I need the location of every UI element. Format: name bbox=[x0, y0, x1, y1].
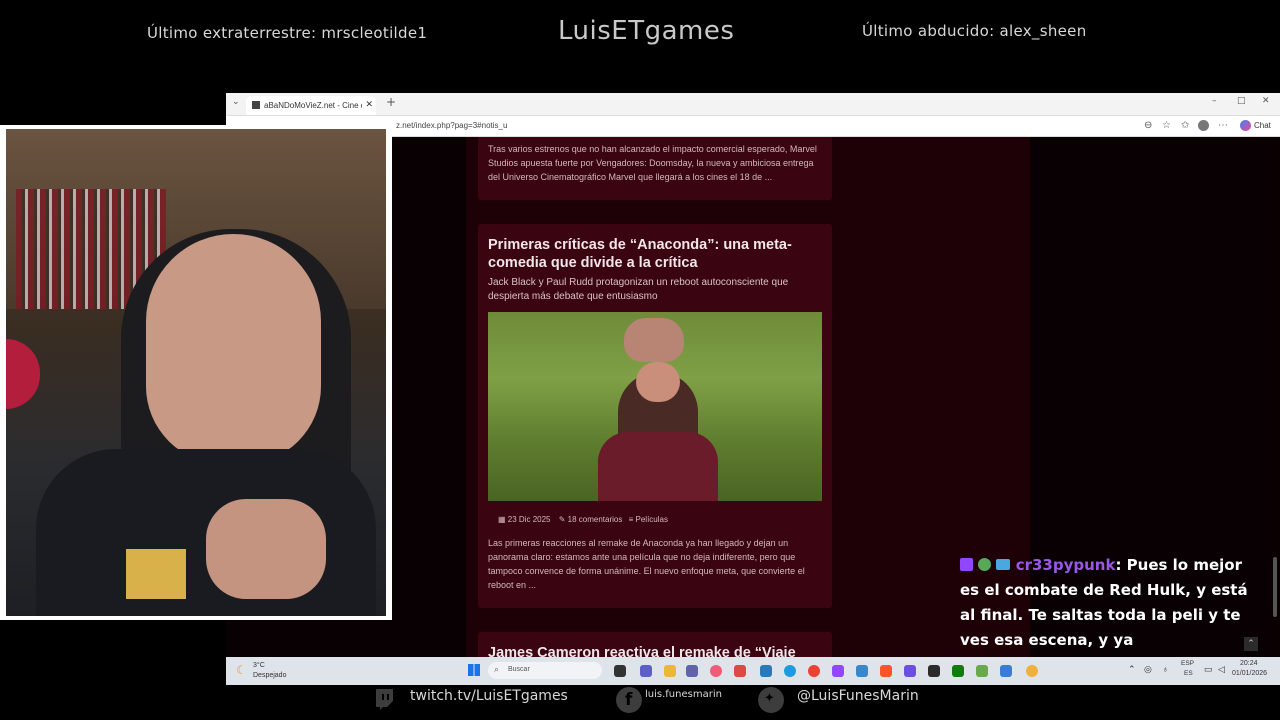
file-explorer-icon[interactable] bbox=[664, 665, 676, 677]
webcam-feed bbox=[6, 129, 386, 616]
favorite-star-icon[interactable]: ☆ bbox=[1162, 120, 1171, 131]
article-excerpt: Las primeras reacciones al remake de Ana… bbox=[488, 538, 805, 590]
search-placeholder: Buscar bbox=[508, 666, 530, 673]
weather-icon: ☾ bbox=[236, 663, 247, 677]
app-icon[interactable] bbox=[928, 665, 940, 677]
teams-icon[interactable] bbox=[686, 665, 698, 677]
article-meta: ▦ 23 Dic 2025 ✎ 18 comentarios ≡ Películ… bbox=[498, 515, 668, 524]
discord-icon[interactable] bbox=[640, 665, 652, 677]
chat-button[interactable]: Chat bbox=[1254, 121, 1271, 130]
taskbar-search[interactable]: ⌕ Buscar bbox=[488, 662, 602, 679]
url-text[interactable]: z.net/index.php?pag=3#notis_u bbox=[396, 121, 507, 130]
facebook-logo-icon: f bbox=[616, 687, 642, 713]
article-card: James Cameron reactiva el remake de “Via… bbox=[478, 632, 832, 657]
article-comments[interactable]: 18 comentarios bbox=[568, 515, 623, 524]
site-favicon-icon bbox=[252, 101, 260, 109]
article-title[interactable]: Primeras críticas de “Anaconda”: una met… bbox=[478, 224, 832, 272]
tab-title: aBaNDoMoVieZ.net - Cine de terror bbox=[264, 101, 362, 110]
app-icon[interactable] bbox=[1026, 665, 1038, 677]
last-alien-label: Último extraterrestre: mrscleotilde1 bbox=[147, 24, 428, 42]
article-card: Primeras críticas de “Anaconda”: una met… bbox=[478, 224, 832, 608]
volume-icon[interactable]: ◁ bbox=[1218, 664, 1225, 675]
chrome-icon[interactable] bbox=[808, 665, 820, 677]
search-icon: ⌕ bbox=[494, 664, 500, 674]
microphone-icon[interactable]: ♁ bbox=[1162, 664, 1169, 674]
page-scrollbar[interactable] bbox=[1271, 137, 1280, 657]
display-icon[interactable]: ▭ bbox=[1204, 664, 1213, 675]
twitter-handle: @LuisFunesMarin bbox=[797, 688, 919, 704]
windows-taskbar: ☾ 3°C Despejado ⌕ Buscar ⌃ ◎ ♁ ESP ES ▭ … bbox=[226, 657, 1280, 685]
app-icon[interactable] bbox=[856, 665, 868, 677]
twitch-url: twitch.tv/LuisETgames bbox=[410, 688, 568, 704]
app-icon[interactable] bbox=[976, 665, 988, 677]
comments-icon: ✎ bbox=[558, 515, 566, 524]
article-title[interactable]: James Cameron reactiva el remake de “Via… bbox=[478, 632, 832, 657]
chat-message: cr33pypunk: Pues lo mejor es el combate … bbox=[960, 553, 1260, 653]
weather-desc[interactable]: Despejado bbox=[253, 672, 286, 679]
browser-tab[interactable]: aBaNDoMoVieZ.net - Cine de terror ✕ bbox=[246, 96, 376, 115]
category-icon: ≡ bbox=[628, 515, 634, 524]
more-options-icon[interactable]: ⋯ bbox=[1218, 120, 1228, 131]
prime-badge-icon bbox=[996, 559, 1011, 570]
app-icon[interactable] bbox=[904, 665, 916, 677]
twitch-app-icon[interactable] bbox=[832, 665, 844, 677]
subscriber-badge-icon bbox=[978, 558, 992, 571]
last-abducted-label: Último abducido: alex_sheen bbox=[862, 22, 1087, 40]
app-icon[interactable] bbox=[760, 665, 772, 677]
language-bottom[interactable]: ES bbox=[1184, 670, 1193, 677]
channel-title: LuisETgames bbox=[558, 16, 735, 46]
brave-icon[interactable] bbox=[880, 665, 892, 677]
close-tab-icon[interactable]: ✕ bbox=[365, 99, 373, 110]
twitch-badge-icon bbox=[960, 558, 973, 571]
reader-mode-icon[interactable]: ⊖ bbox=[1144, 120, 1152, 131]
article-date: 23 Dic 2025 bbox=[507, 515, 551, 524]
scrollbar-thumb[interactable] bbox=[1273, 557, 1277, 617]
tab-bar: ⌄ aBaNDoMoVieZ.net - Cine de terror ✕ + … bbox=[226, 93, 1280, 116]
clock-time[interactable]: 20:24 bbox=[1240, 660, 1258, 667]
new-tab-icon[interactable]: + bbox=[386, 95, 396, 109]
tray-chevron-icon[interactable]: ⌃ bbox=[1128, 664, 1136, 675]
maximize-icon[interactable]: □ bbox=[1237, 96, 1246, 106]
weather-temp[interactable]: 3°C bbox=[253, 662, 265, 669]
network-icon[interactable]: ◎ bbox=[1144, 664, 1152, 675]
start-icon[interactable] bbox=[468, 664, 480, 676]
profile-avatar[interactable] bbox=[1198, 120, 1209, 131]
task-view-icon[interactable] bbox=[614, 665, 626, 677]
article-subtitle: Jack Black y Paul Rudd protagonizan un r… bbox=[488, 277, 789, 302]
favorites-icon[interactable]: ✩ bbox=[1181, 120, 1189, 131]
language-top[interactable]: ESP bbox=[1181, 660, 1194, 667]
xbox-icon[interactable] bbox=[952, 665, 964, 677]
app-icon[interactable] bbox=[734, 665, 746, 677]
article-excerpt: Tras varios estrenos que no han alcanzad… bbox=[488, 144, 817, 182]
chat-username: cr33pypunk bbox=[1015, 556, 1116, 574]
twitch-logo-icon bbox=[371, 686, 397, 712]
tab-list-chevron-icon[interactable]: ⌄ bbox=[232, 97, 240, 107]
twitter-logo-icon: ✦ bbox=[758, 687, 784, 713]
edge-icon[interactable] bbox=[784, 665, 796, 677]
article-image[interactable] bbox=[488, 312, 822, 501]
article-card: Tras varios estrenos que no han alcanzad… bbox=[478, 137, 832, 200]
close-window-icon[interactable]: ✕ bbox=[1262, 96, 1270, 106]
copilot-icon[interactable] bbox=[1240, 120, 1251, 131]
calendar-icon: ▦ bbox=[498, 515, 506, 524]
webcam-frame bbox=[0, 125, 392, 620]
content-column: Tras varios estrenos que no han alcanzad… bbox=[466, 137, 1030, 657]
facebook-handle: luis.funesmarin bbox=[645, 689, 722, 700]
app-icon[interactable] bbox=[1000, 665, 1012, 677]
opera-icon[interactable] bbox=[710, 665, 722, 677]
minimize-icon[interactable]: – bbox=[1212, 96, 1217, 106]
article-category[interactable]: Películas bbox=[636, 515, 668, 524]
clock-date[interactable]: 01/01/2026 bbox=[1232, 670, 1267, 677]
